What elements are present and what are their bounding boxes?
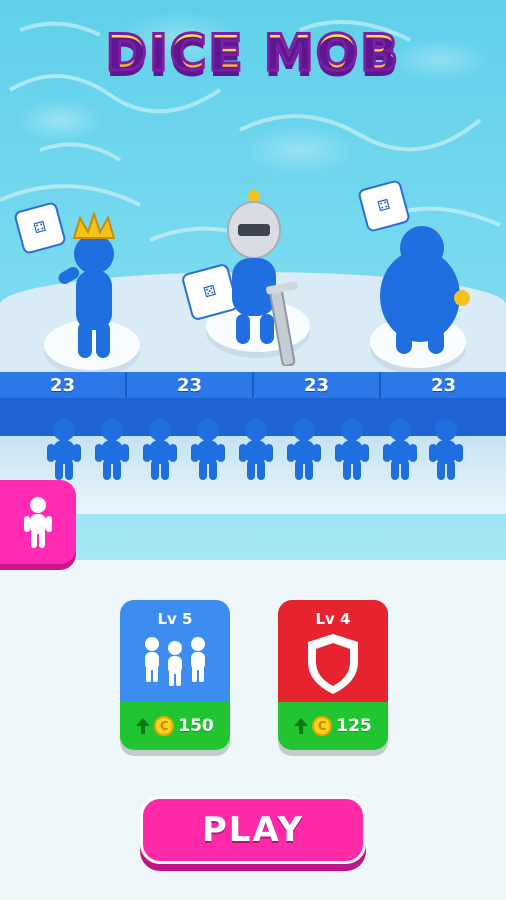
- card-top: Lv 5: [120, 600, 230, 702]
- crowd-minion: [284, 416, 324, 482]
- crowd-minion: [426, 416, 466, 482]
- upgrade-shield-card[interactable]: Lv 4 C 125: [278, 600, 388, 750]
- coin-icon: C: [154, 716, 175, 736]
- arrow-up-icon: [136, 718, 151, 734]
- card-price: 150: [178, 716, 214, 736]
- upgrade-crowd-card[interactable]: Lv 5 C 150: [120, 600, 230, 750]
- buy-button[interactable]: C 125: [278, 702, 388, 750]
- wall-segment-value: 23: [127, 372, 254, 398]
- crowd-minion: [92, 416, 132, 482]
- wall-segment-value: 23: [254, 372, 381, 398]
- coin-icon: C: [312, 716, 333, 736]
- knight-boss: ⚄: [180, 186, 330, 366]
- side-character-button[interactable]: [0, 480, 76, 564]
- king-boss: ⚃: [13, 198, 128, 368]
- crowd-minion: [236, 416, 276, 482]
- crowd-icon: [145, 637, 205, 686]
- person-icon: [24, 497, 52, 548]
- shield-icon: [308, 634, 358, 694]
- crowd-minion: [332, 416, 372, 482]
- wall-segment-value: 23: [381, 372, 506, 398]
- crowd-minion: [380, 416, 420, 482]
- crowd-minion: [188, 416, 228, 482]
- wall-segment-value: 23: [0, 372, 127, 398]
- crowd-minion: [140, 416, 180, 482]
- arrow-up-icon: [294, 718, 309, 734]
- game-title: DICE MOB: [104, 23, 401, 84]
- buy-button[interactable]: C 150: [120, 702, 230, 750]
- chubby-boss: ⚃: [357, 178, 488, 368]
- card-top: Lv 4: [278, 600, 388, 702]
- card-price: 125: [336, 716, 372, 736]
- crowd-minion: [44, 416, 84, 482]
- play-button[interactable]: PLAY: [140, 796, 366, 864]
